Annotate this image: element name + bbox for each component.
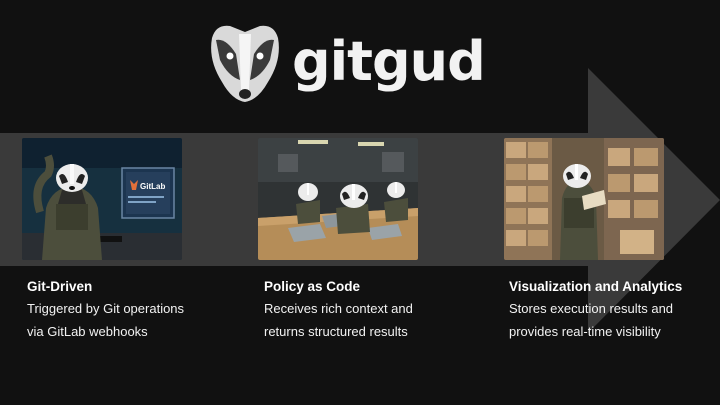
card-2-description: Receives rich context and returns struct…: [264, 297, 413, 343]
card-1-line-2: via GitLab webhooks: [27, 324, 148, 339]
card-2-title: Policy as Code: [264, 279, 361, 294]
card-1-image: GitLab: [22, 138, 182, 260]
card-2-line-2: returns structured results: [264, 324, 408, 339]
card-3-line-1: Stores execution results and: [509, 301, 674, 316]
card-3-description: Stores execution results and provides re…: [509, 297, 673, 343]
card-3-title: Visualization and Analytics: [509, 279, 683, 294]
card-2-image: [258, 138, 418, 260]
brand-logo: gitgud: [206, 20, 486, 104]
card-1-title: Git-Driven: [27, 279, 93, 294]
card-3-line-2: provides real-time visibility: [509, 324, 661, 339]
card-1-description: Triggered by Git operations via GitLab w…: [27, 297, 184, 343]
badger-icon: [211, 25, 279, 102]
card-2-line-1: Receives rich context and: [264, 301, 413, 316]
brand-name: gitgud: [292, 30, 486, 93]
card-3-image: [504, 138, 664, 260]
card-1-line-1: Triggered by Git operations: [27, 301, 185, 316]
gitlab-screen-text: GitLab: [140, 182, 165, 191]
